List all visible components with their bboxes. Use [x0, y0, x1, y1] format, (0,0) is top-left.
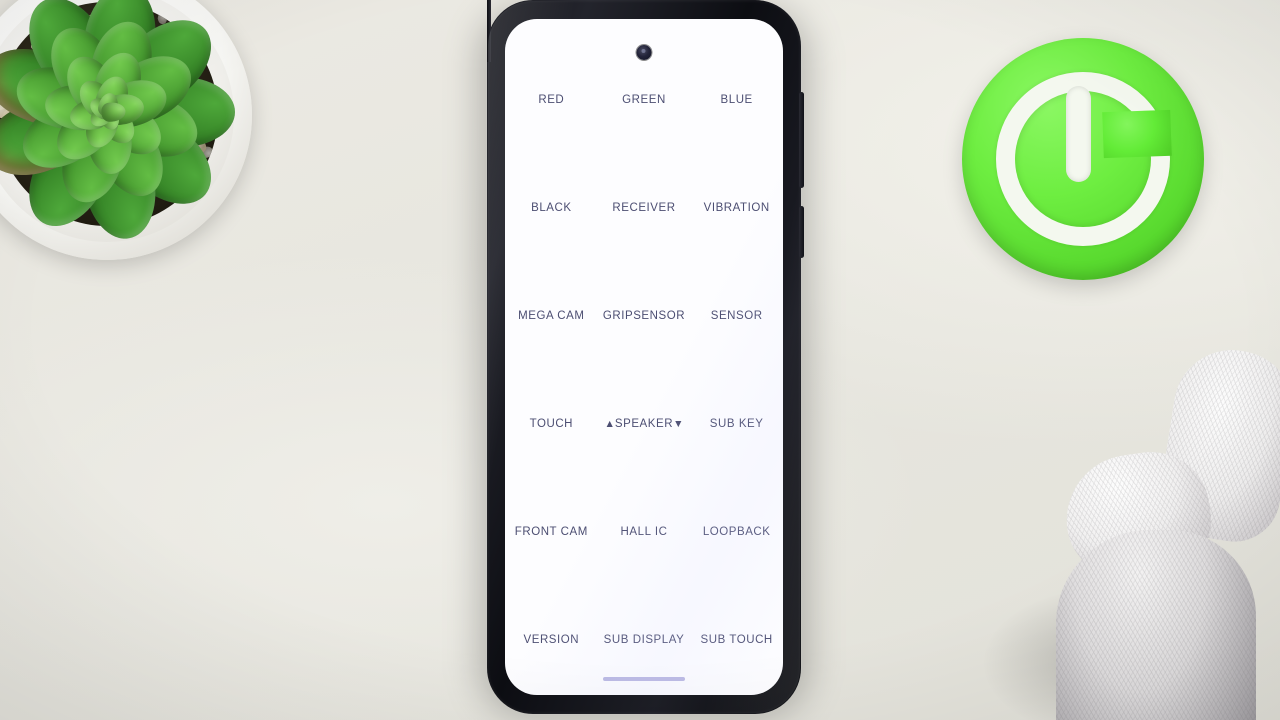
- gloved-hand: [1044, 426, 1280, 720]
- volume-rocker-button[interactable]: [799, 92, 804, 188]
- test-button-blue[interactable]: BLUE: [690, 71, 783, 179]
- test-button-label: GREEN: [622, 95, 666, 107]
- power-icon-ring-gap: [1102, 110, 1172, 158]
- smartphone: RED GREEN BLUE BLACK RECEIVER VIBRATION MEGA C…: [487, 0, 801, 714]
- test-button-red[interactable]: RED: [505, 71, 598, 179]
- home-indicator[interactable]: [603, 677, 685, 681]
- power-symbol-ornament: [962, 38, 1204, 280]
- sim-tray[interactable]: [487, 0, 491, 62]
- test-button-label: VIBRATION: [704, 203, 770, 215]
- test-button-label: RED: [538, 95, 564, 107]
- test-button-black[interactable]: BLACK: [505, 179, 598, 287]
- test-button-sub-display[interactable]: SUB DISPLAY: [598, 611, 691, 695]
- test-button-label: RECEIVER: [612, 203, 675, 215]
- test-button-label: SENSOR: [711, 311, 763, 323]
- test-button-label: SUB DISPLAY: [604, 635, 685, 647]
- hw-module-test-grid: RED GREEN BLUE BLACK RECEIVER VIBRATION MEGA C…: [505, 71, 783, 695]
- test-button-loopback[interactable]: LOOPBACK: [690, 503, 783, 611]
- test-button-sub-key[interactable]: SUB KEY: [690, 395, 783, 503]
- test-button-receiver[interactable]: RECEIVER: [598, 179, 691, 287]
- test-button-touch[interactable]: TOUCH: [505, 395, 598, 503]
- test-button-mega-cam[interactable]: MEGA CAM: [505, 287, 598, 395]
- test-button-label: ▲SPEAKER▼: [604, 419, 683, 431]
- test-button-label: LOOPBACK: [703, 527, 771, 539]
- test-button-green[interactable]: GREEN: [598, 71, 691, 179]
- test-button-sub-touch[interactable]: SUB TOUCH: [690, 611, 783, 695]
- test-button-label: FRONT CAM: [515, 527, 588, 539]
- test-button-hall-ic[interactable]: HALL IC: [598, 503, 691, 611]
- test-button-label: SUB TOUCH: [701, 635, 773, 647]
- test-button-vibration[interactable]: VIBRATION: [690, 179, 783, 287]
- power-button[interactable]: [799, 206, 804, 258]
- glove-palm: [1056, 530, 1256, 720]
- test-button-front-cam[interactable]: FRONT CAM: [505, 503, 598, 611]
- test-button-label: BLACK: [531, 203, 571, 215]
- test-button-label: BLUE: [721, 95, 753, 107]
- test-button-label: HALL IC: [621, 527, 668, 539]
- test-button-label: GRIPSENSOR: [603, 311, 685, 323]
- power-icon-stem: [1066, 86, 1091, 182]
- test-button-label: VERSION: [524, 635, 580, 647]
- front-camera-icon: [637, 45, 652, 60]
- test-button-gripsensor[interactable]: GRIPSENSOR: [598, 287, 691, 395]
- test-button-speaker[interactable]: ▲SPEAKER▼: [598, 395, 691, 503]
- test-button-label: TOUCH: [530, 419, 573, 431]
- succulent-plant: [0, 0, 252, 260]
- test-button-label: MEGA CAM: [518, 311, 584, 323]
- test-button-version[interactable]: VERSION: [505, 611, 598, 695]
- phone-screen[interactable]: RED GREEN BLUE BLACK RECEIVER VIBRATION MEGA C…: [505, 19, 783, 695]
- test-button-label: SUB KEY: [710, 419, 764, 431]
- test-button-sensor[interactable]: SENSOR: [690, 287, 783, 395]
